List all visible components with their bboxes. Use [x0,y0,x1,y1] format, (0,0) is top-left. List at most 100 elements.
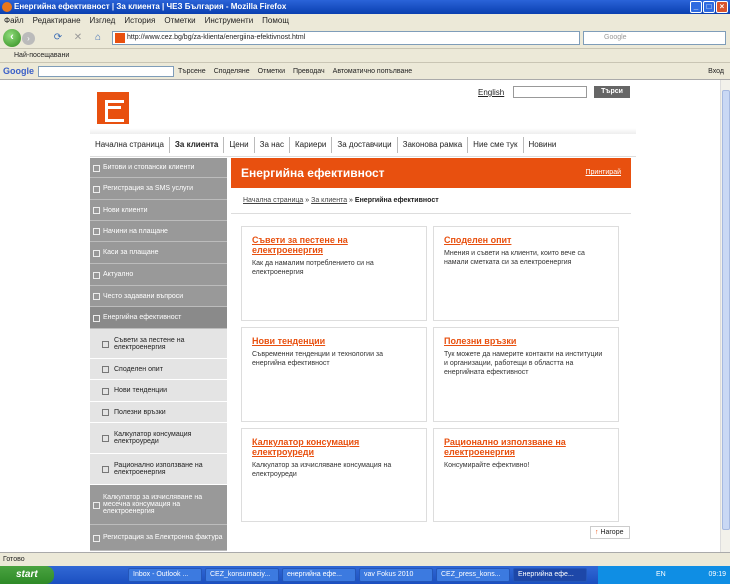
sidebar-item[interactable]: Регистрация за SMS услуги [90,178,227,200]
site-search-button[interactable]: Търси [594,86,630,98]
card-new-trends[interactable]: Нови тенденции Съвременни тенденции и те… [241,327,427,422]
card-shared-experience[interactable]: Споделен опит Мнения и съвети на клиенти… [433,226,619,321]
sidebar-subitem[interactable]: Рационално използване на електроенергия [90,454,227,485]
minimize-button[interactable]: _ [690,1,702,13]
site-search-input[interactable] [513,86,587,98]
taskbar-task[interactable]: vav Fokus 2010 [359,568,433,582]
sidebar-item[interactable]: Енергийна ефективност [90,307,227,329]
taskbar-task[interactable]: CEZ_press_kons... [436,568,510,582]
sidebar-item[interactable]: Регистрация за Електронна фактура [90,525,227,551]
menu-history[interactable]: История [124,14,155,27]
breadcrumb-divider [231,213,631,214]
most-visited-bookmark[interactable]: Най-посещавани [14,52,69,59]
sidebar-item-label: Калкулатор за изчисляване на месечна кон… [103,494,203,515]
print-link[interactable]: Принтирай [585,169,621,176]
google-toolbar-search[interactable] [38,66,174,77]
nav-item[interactable]: Новини [524,137,562,153]
back-button[interactable]: ‹ [3,29,21,47]
sidebar-subitem[interactable]: Полезни връзки [90,402,227,423]
card-rational-use[interactable]: Рационално използване на електроенергия … [433,428,619,522]
sidebar-item[interactable]: Каси за плащане [90,242,227,264]
back-to-top-button[interactable]: ↑ Нагоре [590,526,630,539]
arrow-up-icon: ↑ [595,529,599,536]
sidebar-subitem[interactable]: Споделен опит [90,359,227,380]
language-indicator[interactable]: EN [656,571,666,578]
sidebar-item[interactable]: Често задавани въпроси [90,286,227,307]
card-saving-tips[interactable]: Съвети за пестене на електроенергия Как … [241,226,427,321]
menu-help[interactable]: Помощ [262,14,289,27]
window-title: Енергийна ефективност | За клиента | ЧЕЗ… [14,2,287,11]
cez-logo[interactable] [97,92,129,124]
card-title[interactable]: Калкулатор консумация електроуреди [252,437,416,457]
menu-bar: Файл Редактиране Изглед История Отметки … [0,14,730,27]
card-title[interactable]: Съвети за пестене на електроенергия [252,235,416,255]
google-logo: Google [3,66,34,76]
sidebar-subitem[interactable]: Калкулатор консумация електроуреди [90,423,227,454]
breadcrumb-separator: » [349,197,353,204]
sidebar-item-label: Нови тенденции [114,387,168,394]
navigation-toolbar: ‹ › ⟳ ✕ ⌂ http://www.cez.bg/bg/za-klient… [0,27,730,49]
browser-search-input[interactable]: Google [583,31,726,45]
stop-icon[interactable]: ✕ [72,32,84,44]
sidebar-item-label: Рационално използване на електроенергия [114,462,203,476]
card-title[interactable]: Нови тенденции [252,336,416,346]
english-link[interactable]: English [478,88,504,97]
taskbar-task[interactable]: CEZ_konsumaciy... [205,568,279,582]
menu-view[interactable]: Изглед [90,14,116,27]
start-button[interactable]: start [0,566,54,584]
nav-item[interactable]: За доставчици [332,137,398,153]
google-login-button[interactable]: Вход [708,63,724,80]
sidebar-subitem[interactable]: Съвети за пестене на електроенергия [90,329,227,359]
maximize-button[interactable]: □ [703,1,715,13]
sidebar-item-label: Съвети за пестене на електроенергия [114,336,185,351]
sidebar-item-label: Актуално [103,271,134,278]
close-button[interactable]: × [716,1,728,13]
url-text: http://www.cez.bg/bg/za-klienta/energiin… [127,34,306,41]
scrollbar-thumb[interactable] [722,90,730,530]
menu-edit[interactable]: Редактиране [33,14,81,27]
clock: 09:19 [708,571,726,578]
google-translate-button[interactable]: Преводач [293,63,325,80]
vertical-scrollbar[interactable] [720,80,730,552]
nav-item[interactable]: За нас [255,137,290,153]
card-description: Консумирайте ефективно! [444,462,530,469]
breadcrumb-home[interactable]: Начална страница [243,197,303,204]
nav-item[interactable]: Законова рамка [398,137,469,153]
card-useful-links[interactable]: Полезни връзки Тук можете да намерите ко… [433,327,619,422]
google-bookmarks-button[interactable]: Отметки [258,63,285,80]
nav-item[interactable]: Цени [224,137,255,153]
sidebar-subitem[interactable]: Нови тенденции [90,380,227,402]
nav-divider [90,156,636,157]
nav-item[interactable]: Кариери [290,137,333,153]
reload-icon[interactable]: ⟳ [52,32,64,44]
card-appliance-calculator[interactable]: Калкулатор консумация електроуреди Калку… [241,428,427,522]
nav-item[interactable]: Начална страница [90,137,170,153]
google-search-button[interactable]: Търсене [178,63,206,80]
card-title[interactable]: Рационално използване на електроенергия [444,437,608,457]
card-title[interactable]: Споделен опит [444,235,608,245]
menu-bookmarks[interactable]: Отметки [164,14,195,27]
breadcrumb-section[interactable]: За клиента [311,197,347,204]
taskbar-task[interactable]: Енергийна ефе... [513,568,587,582]
sidebar-item[interactable]: Калкулатор за изчисляване на месечна кон… [90,485,227,525]
menu-tools[interactable]: Инструменти [205,14,254,27]
nav-item[interactable]: За клиента [170,137,225,153]
sidebar-item[interactable]: Битови и стопански клиенти [90,158,227,178]
google-autofill-button[interactable]: Автоматично попълване [333,63,413,80]
sidebar-item-label: Полезни връзки [114,408,166,416]
taskbar-task[interactable]: енергийна ефе... [282,568,356,582]
sidebar-item[interactable]: Нови клиенти [90,200,227,221]
page-header-bar: Енергийна ефективност Принтирай [231,158,631,188]
sidebar-item[interactable]: Актуално [90,264,227,286]
card-description: Как да намалим потреблението си на елект… [252,260,374,276]
taskbar-task[interactable]: Inbox - Outlook ... [128,568,202,582]
card-title[interactable]: Полезни връзки [444,336,608,346]
home-icon[interactable]: ⌂ [92,32,104,44]
google-share-button[interactable]: Споделяне [214,63,250,80]
nav-item[interactable]: Ние сме тук [468,137,524,153]
sidebar-item[interactable]: Начини на плащане [90,221,227,242]
sidebar-item-label: Каси за плащане [103,249,159,256]
address-bar[interactable]: http://www.cez.bg/bg/za-klienta/energiin… [112,31,580,45]
menu-file[interactable]: Файл [4,14,24,27]
forward-button[interactable]: › [22,32,35,45]
